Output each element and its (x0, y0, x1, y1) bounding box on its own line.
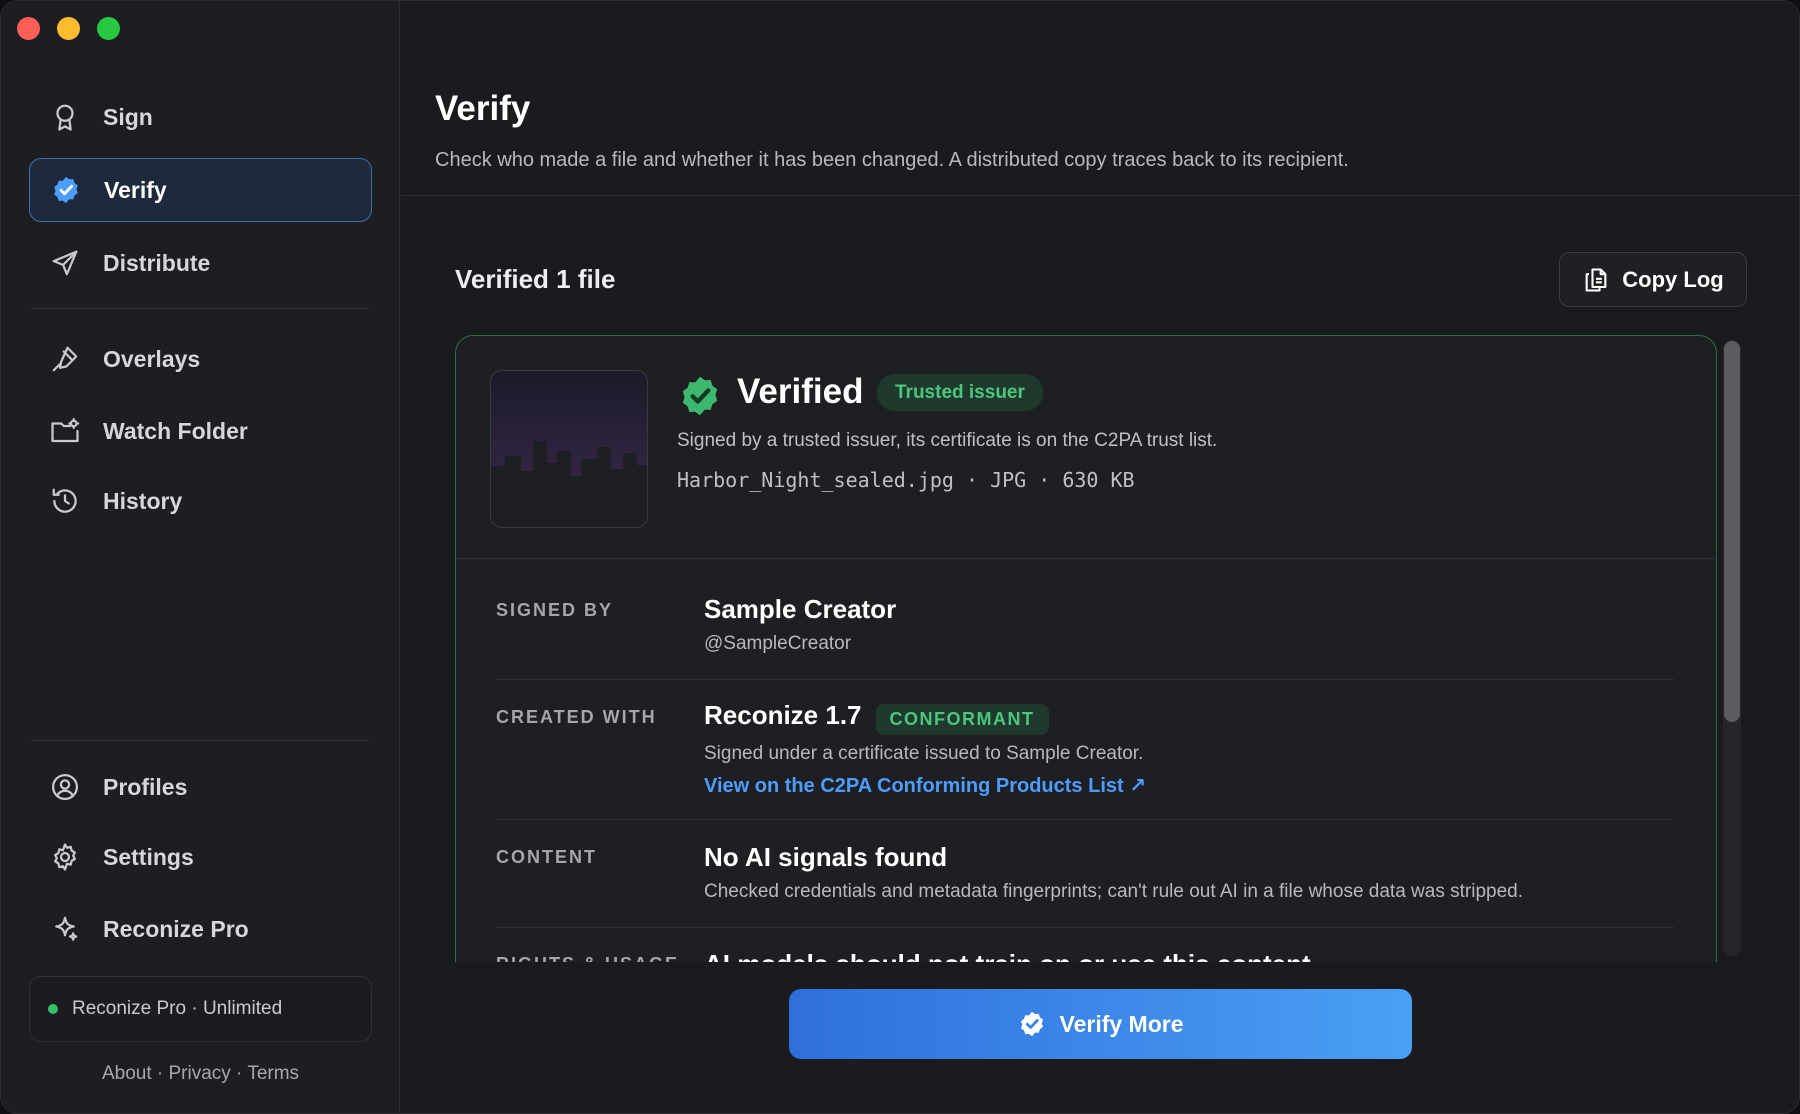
content-label: CONTENT (496, 847, 597, 867)
rights-value: AI models should not train on or use thi… (704, 949, 1311, 962)
sidebar-item-distribute[interactable]: Distribute (29, 231, 372, 295)
sidebar-item-label: Profiles (103, 773, 188, 800)
verification-description: Signed by a trusted issuer, its certific… (677, 430, 1218, 451)
sidebar-item-overlays[interactable]: Overlays (29, 327, 372, 391)
sparkle-icon (49, 913, 81, 945)
created-with-value: Reconize 1.7 CONFORMANT Signed under a ce… (704, 700, 1146, 798)
close-window-button[interactable] (17, 17, 40, 40)
verified-badge-icon (50, 174, 82, 206)
sidebar-item-reconize-pro[interactable]: Reconize Pro (29, 897, 372, 961)
verification-status: Verified (737, 372, 864, 411)
verify-more-button[interactable]: Verify More (789, 989, 1412, 1059)
sidebar-item-label: Settings (103, 843, 194, 870)
footer-links[interactable]: About · Privacy · Terms (1, 1063, 400, 1085)
profile-icon (49, 771, 81, 803)
ribbon-icon (49, 101, 81, 133)
conformant-badge: CONFORMANT (875, 704, 1049, 736)
signed-by-value: Sample Creator @SampleCreator (704, 594, 896, 655)
pen-icon (49, 343, 81, 375)
row-divider (496, 679, 1674, 680)
sidebar-item-history[interactable]: History (29, 469, 372, 533)
copy-log-label: Copy Log (1622, 266, 1724, 292)
window-controls (17, 17, 120, 40)
rights-title: AI models should not train on or use thi… (704, 949, 1311, 962)
sidebar-item-watch-folder[interactable]: Watch Folder (29, 399, 372, 463)
sidebar: Sign Verify Distribute Overlays Watch Fo… (1, 1, 400, 1113)
folder-gear-icon (49, 415, 81, 447)
sidebar-item-label: Verify (104, 176, 167, 203)
app-name: Reconize 1.7 (704, 700, 862, 730)
row-divider (496, 927, 1674, 928)
verify-more-label: Verify More (1059, 1010, 1184, 1037)
signer-handle: @SampleCreator (704, 633, 852, 654)
signed-by-label: SIGNED BY (496, 600, 614, 620)
sidebar-item-label: Reconize Pro (103, 915, 249, 942)
minimize-window-button[interactable] (57, 17, 80, 40)
sidebar-item-label: Overlays (103, 345, 201, 372)
signer-name: Sample Creator (704, 594, 897, 624)
copy-log-button[interactable]: Copy Log (1559, 252, 1747, 307)
row-divider (496, 819, 1674, 820)
status-dot (48, 1004, 58, 1014)
sidebar-item-label: Watch Folder (103, 417, 248, 444)
content-note: Checked credentials and metadata fingerp… (704, 881, 1523, 902)
sidebar-item-profiles[interactable]: Profiles (29, 755, 372, 819)
zoom-window-button[interactable] (97, 17, 120, 40)
verified-badge-icon (682, 376, 718, 416)
copy-icon (1585, 267, 1607, 292)
sidebar-item-verify[interactable]: Verify (29, 158, 372, 222)
page-title: Verify (435, 89, 531, 128)
created-with-label: CREATED WITH (496, 707, 657, 727)
page-subtitle: Check who made a file and whether it has… (435, 149, 1349, 171)
plan-label: Reconize Pro · Unlimited (72, 998, 283, 1019)
results-count: Verified 1 file (455, 264, 616, 294)
send-icon (49, 247, 81, 279)
file-info: Harbor_Night_sealed.jpg · JPG · 630 KB (677, 468, 1135, 492)
card-divider (456, 558, 1717, 559)
sidebar-item-label: Distribute (103, 249, 211, 276)
sidebar-item-sign[interactable]: Sign (29, 85, 372, 149)
verification-card: Verified Trusted issuer Signed by a trus… (455, 335, 1717, 962)
app-window: Sign Verify Distribute Overlays Watch Fo… (0, 0, 1800, 1114)
scrollbar-thumb[interactable] (1724, 341, 1740, 722)
certificate-note: Signed under a certificate issued to Sam… (704, 743, 1144, 765)
content-value: No AI signals found Checked credentials … (704, 842, 1523, 903)
content-title: No AI signals found (704, 842, 948, 872)
sidebar-item-settings[interactable]: Settings (29, 825, 372, 889)
sidebar-divider (31, 740, 369, 741)
conforming-products-link[interactable]: View on the C2PA Conforming Products Lis… (704, 773, 1146, 798)
header-divider (401, 195, 1799, 196)
file-thumbnail[interactable] (490, 370, 648, 528)
rights-label: RIGHTS & USAGE (496, 954, 679, 962)
plan-status[interactable]: Reconize Pro · Unlimited (29, 976, 372, 1042)
history-icon (49, 485, 81, 517)
sidebar-divider (31, 308, 369, 309)
city-skyline-image (491, 371, 647, 527)
sidebar-item-label: History (103, 487, 183, 514)
sidebar-item-label: Sign (103, 103, 153, 130)
main-content: Verify Check who made a file and whether… (401, 1, 1799, 1113)
result-card-viewport[interactable]: Verified Trusted issuer Signed by a trus… (455, 335, 1717, 962)
gear-icon (49, 841, 81, 873)
trusted-issuer-badge: Trusted issuer (877, 374, 1043, 411)
verified-badge-icon (1020, 1011, 1043, 1037)
